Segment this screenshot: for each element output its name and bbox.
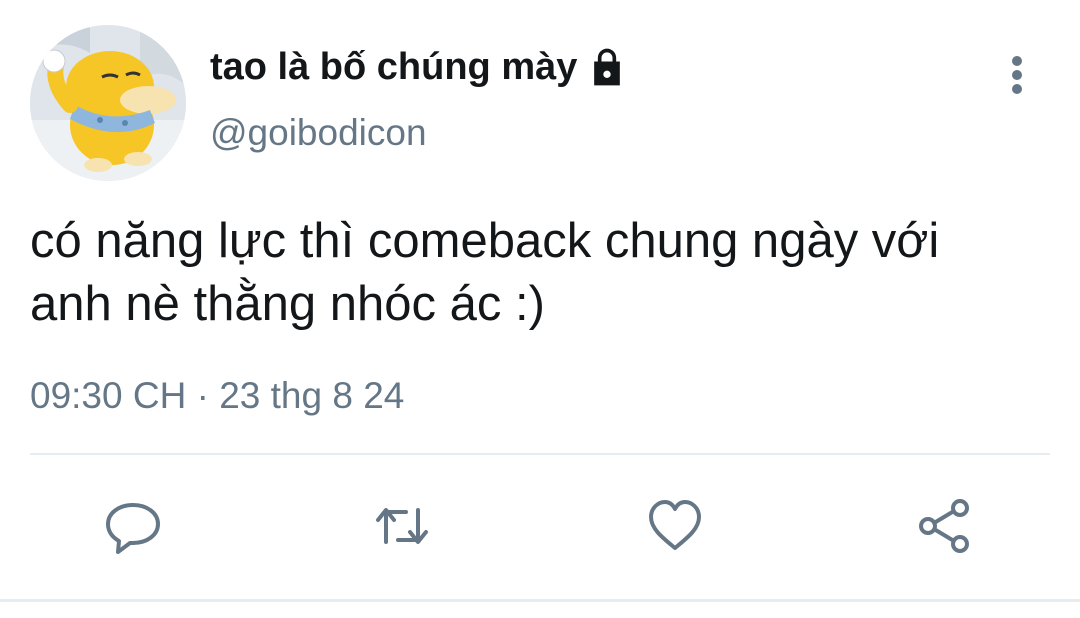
meta-separator: · — [186, 375, 220, 416]
bottom-divider — [0, 599, 1080, 602]
lock-icon — [585, 45, 629, 89]
reply-button[interactable] — [103, 496, 163, 556]
like-button[interactable] — [645, 496, 705, 556]
heart-icon — [649, 500, 701, 550]
display-name-row[interactable]: tao là bố chúng mày — [210, 44, 629, 90]
share-icon — [919, 499, 969, 553]
retweet-icon — [376, 508, 428, 544]
tweet-card: tao là bố chúng mày @goibodicon có năng … — [0, 0, 1080, 618]
divider — [30, 453, 1050, 455]
reply-icon — [106, 503, 160, 554]
share-button[interactable] — [914, 496, 974, 556]
tweet-text-line: có năng lực thì comeback chung ngày với — [30, 214, 940, 268]
user-handle[interactable]: @goibodicon — [210, 112, 427, 154]
tweet-date[interactable]: 23 thg 8 24 — [219, 375, 404, 416]
tweet-meta: 09:30 CH · 23 thg 8 24 — [30, 375, 404, 417]
retweet-button[interactable] — [372, 496, 432, 556]
tweet-time[interactable]: 09:30 CH — [30, 375, 186, 416]
display-name[interactable]: tao là bố chúng mày — [210, 46, 577, 89]
tweet-text-line: anh nè thằng nhóc ác :) — [30, 277, 545, 331]
avatar-duck-image — [30, 25, 186, 181]
more-vertical-icon — [1012, 56, 1022, 94]
more-options-button[interactable] — [995, 50, 1039, 100]
avatar[interactable] — [30, 25, 186, 181]
tweet-text: có năng lực thì comeback chung ngày với … — [30, 210, 1050, 336]
